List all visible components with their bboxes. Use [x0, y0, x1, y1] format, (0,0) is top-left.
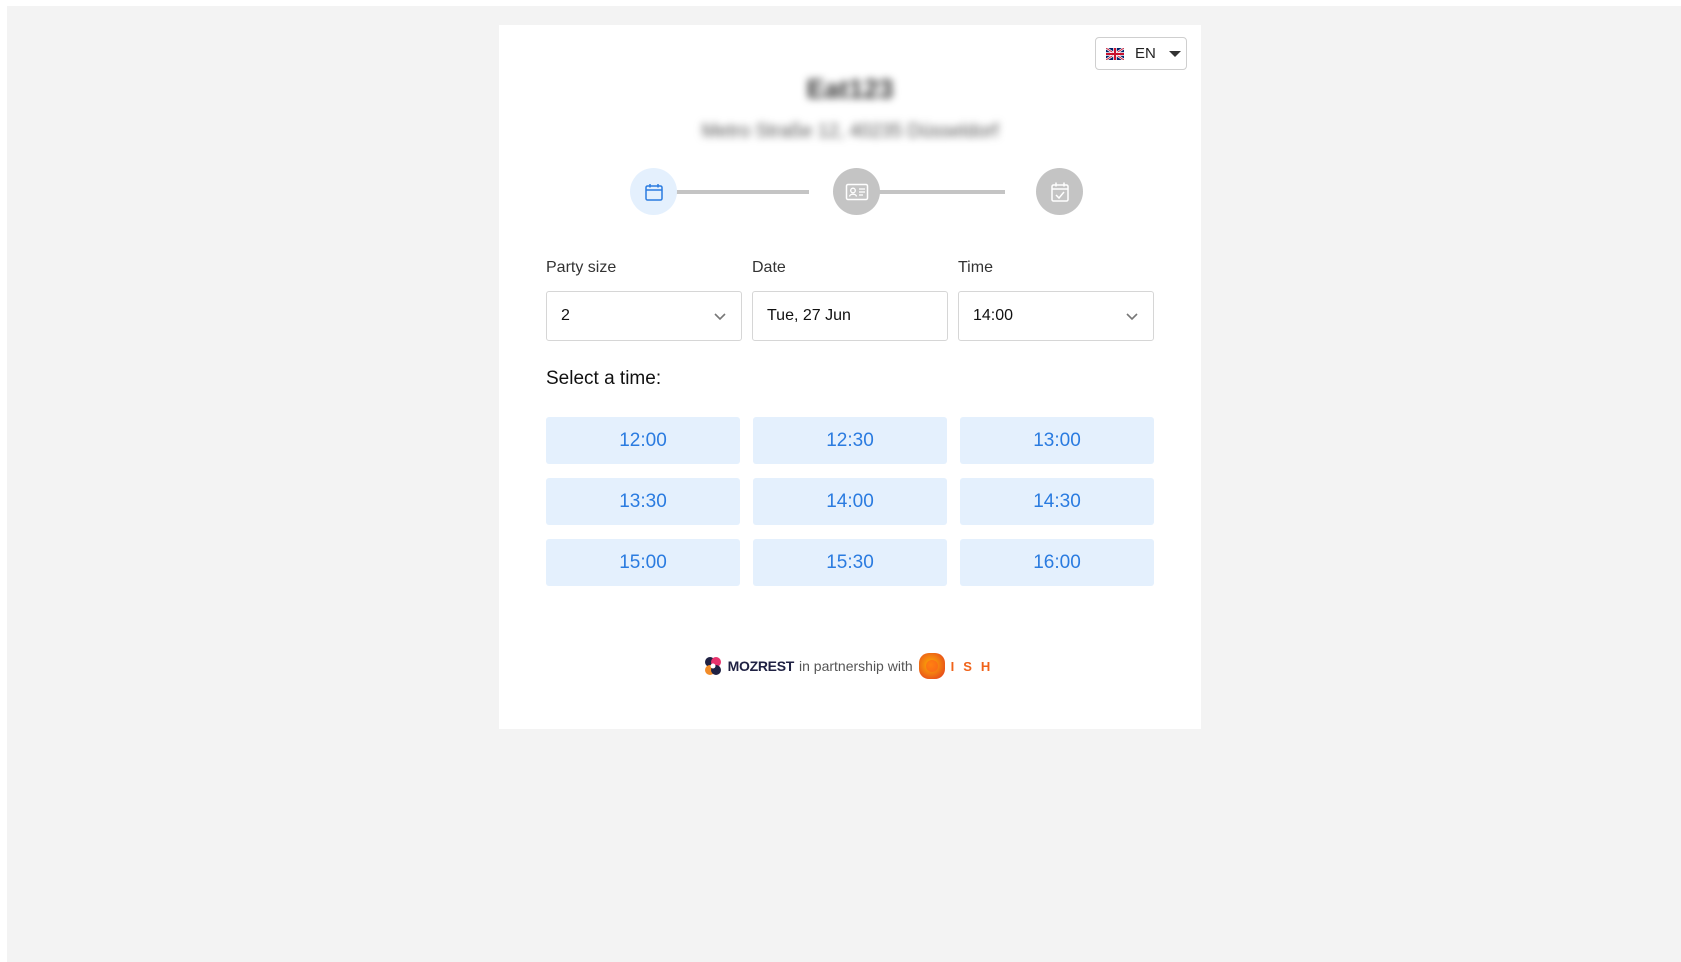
- footer-branding: MOZREST in partnership with ISH: [499, 652, 1201, 680]
- party-size-value: 2: [561, 307, 570, 324]
- calendar-icon: [644, 183, 663, 201]
- ish-brand-name: ISH: [950, 658, 1000, 674]
- calendar-check-icon: [1050, 182, 1069, 202]
- step-datetime[interactable]: [630, 168, 677, 215]
- time-slot-button[interactable]: 15:00: [546, 539, 740, 586]
- time-slot-button[interactable]: 16:00: [960, 539, 1154, 586]
- date-label: Date: [752, 259, 786, 276]
- time-slot-button[interactable]: 14:30: [960, 478, 1154, 525]
- party-size-select[interactable]: 2: [546, 291, 742, 341]
- chevron-down-icon: [1126, 313, 1138, 321]
- mozrest-brand-name: MOZREST: [727, 658, 795, 674]
- time-slot-button[interactable]: 14:00: [753, 478, 947, 525]
- booking-stepper: [499, 25, 1201, 255]
- partnership-text: in partnership with: [799, 658, 913, 674]
- date-value: Tue, 27 Jun: [767, 307, 851, 324]
- page-background: EN Eat123 Metro Straße 12, 40235 Düsseld…: [7, 6, 1681, 962]
- time-slot-button[interactable]: 13:00: [960, 417, 1154, 464]
- time-value: 14:00: [973, 307, 1014, 324]
- booking-widget: EN Eat123 Metro Straße 12, 40235 Düsseld…: [499, 25, 1201, 729]
- step-details: [833, 168, 880, 215]
- time-slot-button[interactable]: 15:30: [753, 539, 947, 586]
- ish-logo-icon: [918, 653, 945, 679]
- step-confirmation: [1036, 168, 1083, 215]
- mozrest-logo-icon: [704, 657, 721, 675]
- select-time-heading: Select a time:: [546, 368, 662, 389]
- time-select[interactable]: 14:00: [958, 291, 1154, 341]
- time-slot-button[interactable]: 12:00: [546, 417, 740, 464]
- time-label: Time: [958, 259, 993, 276]
- date-input[interactable]: Tue, 27 Jun: [752, 291, 948, 341]
- time-slot-button[interactable]: 13:30: [546, 478, 740, 525]
- chevron-down-icon: [714, 313, 726, 321]
- party-size-label: Party size: [546, 259, 617, 276]
- contact-card-icon: [845, 183, 868, 200]
- stepper-connector: [659, 190, 809, 194]
- time-slot-button[interactable]: 12:30: [753, 417, 947, 464]
